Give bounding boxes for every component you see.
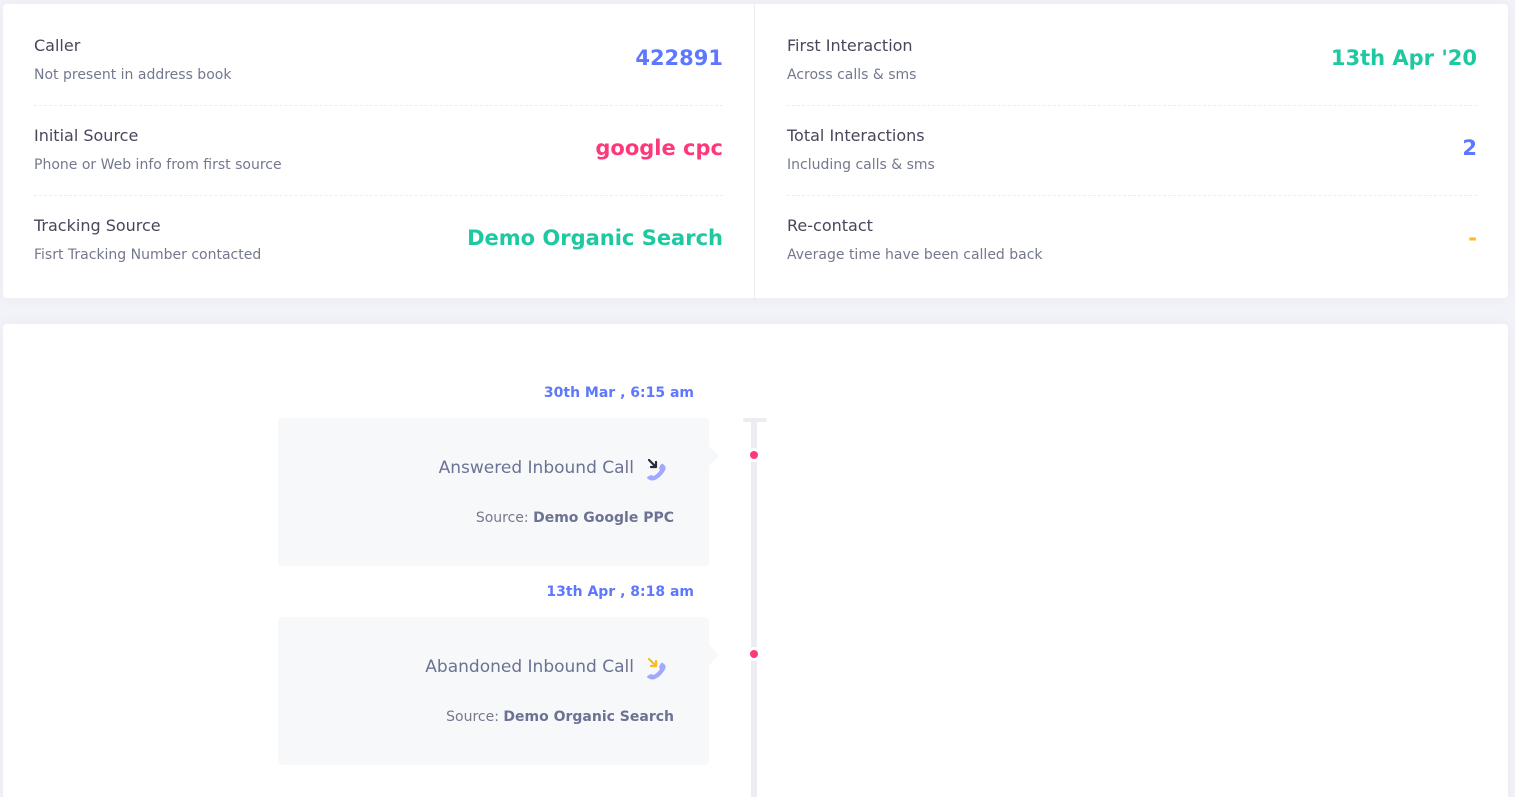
- stat-value: 13th Apr '20: [1330, 46, 1477, 70]
- timeline-source-label: Source:: [446, 709, 499, 725]
- timeline-date: 13th Apr , 8:18 am: [546, 584, 694, 600]
- timeline-event-title: Abandoned Inbound Call: [425, 657, 634, 677]
- timeline-source-label: Source:: [475, 510, 529, 526]
- timeline-date: 30th Mar , 6:15 am: [543, 385, 694, 401]
- stat-value: Demo Organic Search: [467, 226, 723, 250]
- stat-title: Total Interactions: [787, 126, 925, 145]
- stat-title: First Interaction: [787, 36, 913, 55]
- stat-first-interaction: First Interaction Across calls & sms 13t…: [787, 16, 1477, 106]
- stat-caller: Caller Not present in address book 42289…: [34, 16, 723, 106]
- abandoned-call-icon: [643, 657, 669, 683]
- stat-title: Initial Source: [34, 126, 139, 145]
- stat-description: Phone or Web info from first source: [34, 157, 282, 173]
- stat-description: Fisrt Tracking Number contacted: [34, 247, 262, 263]
- stats-card: Caller Not present in address book 42289…: [3, 4, 1508, 298]
- timeline-item[interactable]: Answered Inbound Call Source: Demo Googl…: [278, 418, 719, 566]
- timeline-card: 30th Mar , 6:15 am Answered Inbound Call…: [3, 324, 1508, 797]
- stat-value: 422891: [635, 46, 723, 70]
- stat-total-interactions: Total Interactions Including calls & sms…: [787, 106, 1477, 196]
- timeline-line: [751, 418, 757, 797]
- timeline-item[interactable]: Abandoned Inbound Call Source: Demo Orga…: [278, 617, 719, 765]
- timeline-dot: [750, 650, 758, 658]
- stat-re-contact: Re-contact Average time have been called…: [787, 196, 1477, 286]
- timeline-source-value: Demo Organic Search: [503, 709, 674, 725]
- timeline-source-value: Demo Google PPC: [533, 510, 674, 526]
- stats-column-right: First Interaction Across calls & sms 13t…: [754, 4, 1508, 298]
- timeline-source: Source: Demo Google PPC: [476, 510, 674, 526]
- stat-description: Across calls & sms: [787, 67, 917, 83]
- stat-initial-source: Initial Source Phone or Web info from fi…: [34, 106, 723, 196]
- stat-title: Caller: [34, 36, 81, 55]
- stat-value: 2: [1462, 136, 1477, 160]
- stat-value: -: [1468, 226, 1477, 250]
- stat-description: Including calls & sms: [787, 157, 935, 173]
- stat-tracking-source: Tracking Source Fisrt Tracking Number co…: [34, 196, 723, 286]
- timeline-source: Source: Demo Organic Search: [446, 709, 674, 725]
- stat-title: Re-contact: [787, 216, 873, 235]
- answered-call-icon: [643, 458, 669, 484]
- timeline-dot: [750, 451, 758, 459]
- stat-description: Not present in address book: [34, 67, 232, 83]
- timeline-event-title: Answered Inbound Call: [438, 458, 634, 478]
- stat-value: google cpc: [595, 136, 723, 160]
- stats-column-left: Caller Not present in address book 42289…: [3, 4, 754, 298]
- timeline-line-cap: [743, 418, 767, 422]
- stat-description: Average time have been called back: [787, 247, 1043, 263]
- stat-title: Tracking Source: [34, 216, 161, 235]
